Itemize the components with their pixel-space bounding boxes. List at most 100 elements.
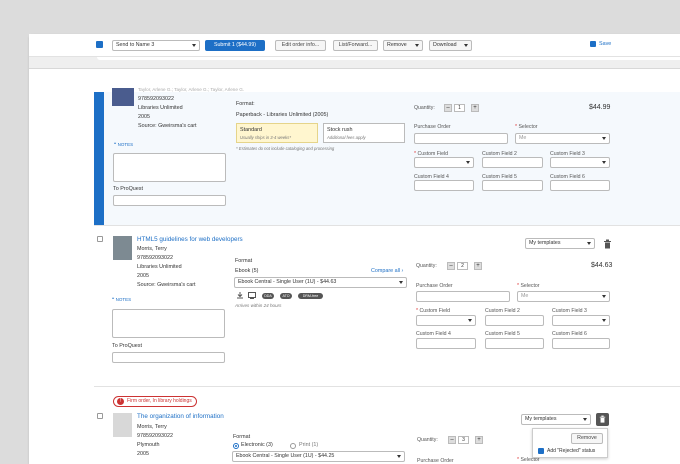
selector-select[interactable]: Me	[517, 291, 610, 302]
popover-remove-button[interactable]: Remove	[571, 433, 603, 444]
option-sub: Additional fees apply	[327, 135, 366, 140]
save-icon[interactable]	[590, 41, 596, 47]
custom-field-6-input[interactable]	[552, 338, 610, 349]
quantity-label: Quantity:	[414, 105, 435, 111]
item-1-source: Source: Gweirsma's cart	[138, 123, 197, 129]
custom-field-select[interactable]	[416, 315, 476, 326]
selector-select[interactable]: Me	[515, 133, 610, 144]
selector-label: * Selector	[517, 283, 540, 289]
format-value: Paperback - Libraries Unlimited (2005)	[236, 112, 329, 118]
item-1-year: 2005	[138, 114, 150, 120]
notes-textarea[interactable]	[112, 309, 225, 338]
edit-order-button[interactable]: Edit order info...	[275, 40, 326, 51]
templates-select[interactable]: My templates	[521, 414, 591, 425]
custom-field-4-input[interactable]	[416, 338, 476, 349]
item-2-source: Source: Gweirsma's cart	[137, 282, 196, 288]
item-3-isbn: 978592093022	[137, 433, 173, 439]
option-title: Stock rush	[327, 127, 353, 133]
chevron-down-icon	[602, 319, 606, 322]
format-type: Ebook (5)	[235, 268, 259, 274]
trash-icon[interactable]	[603, 239, 612, 250]
shipping-option-rush[interactable]: Stock rush Additional fees apply	[323, 123, 405, 143]
purchase-order-input[interactable]	[414, 133, 508, 144]
notes-textarea[interactable]	[113, 153, 226, 182]
custom-field-5-input[interactable]	[482, 180, 543, 191]
radio-print[interactable]	[290, 443, 296, 449]
estimate-note: * Estimates do not include cataloging an…	[236, 146, 335, 151]
custom-field-3-label: Custom Field 3	[552, 308, 587, 314]
chevron-down-icon	[583, 418, 587, 421]
radio-electronic[interactable]	[233, 443, 239, 449]
qty-plus-button[interactable]: +	[474, 262, 482, 270]
chevron-down-icon	[415, 44, 419, 47]
format-label: Format	[235, 258, 253, 264]
custom-field-5-label: Custom Field 5	[485, 331, 520, 337]
firm-order-badge: ! Firm order, In library holdings	[113, 396, 197, 407]
custom-field-label-text: Custom Field	[419, 308, 451, 314]
trash-button[interactable]	[596, 413, 609, 426]
chevron-down-icon	[192, 44, 196, 47]
notes-label: ❞ NOTES	[112, 297, 132, 302]
send-to-select[interactable]: Send to Name 3	[112, 40, 200, 51]
qty-input[interactable]: 2	[457, 262, 468, 270]
format-label: Format:	[236, 101, 255, 107]
compare-all-link[interactable]: Compare all ›	[371, 268, 403, 275]
selector-label: * Selector	[515, 124, 538, 130]
custom-field-6-input[interactable]	[550, 180, 610, 191]
shipping-option-standard[interactable]: Standard Usually ships in 3-4 weeks*	[236, 123, 318, 143]
book-cover-image	[112, 88, 134, 106]
chevron-down-icon	[399, 281, 403, 284]
item-3-checkbox[interactable]	[97, 413, 103, 419]
custom-field-5-input[interactable]	[485, 338, 544, 349]
custom-field-2-input[interactable]	[482, 157, 543, 168]
item-2-year: 2005	[137, 273, 149, 279]
remove-dropdown[interactable]: Remove	[383, 40, 423, 51]
templates-select[interactable]: My templates	[525, 238, 595, 249]
option-sub: Usually ships in 3-4 weeks*	[240, 135, 291, 140]
qty-minus-button[interactable]: –	[444, 104, 452, 112]
download-dropdown[interactable]: Download	[429, 40, 472, 51]
rejected-checkbox[interactable]	[538, 448, 544, 454]
qty-input[interactable]: 1	[454, 104, 465, 112]
item-1-publisher: Libraries Unlimited	[138, 105, 183, 111]
qty-input[interactable]: 3	[458, 436, 469, 444]
book-cover-image	[113, 236, 132, 260]
item-2-checkbox[interactable]	[97, 236, 103, 242]
chevron-down-icon	[468, 319, 472, 322]
custom-field-3-select[interactable]	[552, 315, 610, 326]
format-select[interactable]: Ebook Central - Single User (1U) - $44.6…	[234, 277, 407, 288]
item-3-title-link[interactable]: The organization of information	[137, 413, 224, 420]
templates-value: My templates	[529, 240, 561, 246]
select-all-checkbox-icon[interactable]	[96, 41, 103, 48]
save-link[interactable]: Save	[599, 41, 611, 48]
trash-icon	[599, 415, 606, 423]
item-1-isbn: 978592093022	[138, 96, 174, 102]
option-title: Standard	[240, 127, 262, 133]
row-divider	[94, 386, 680, 387]
qty-minus-button[interactable]: –	[447, 262, 455, 270]
chevron-down-icon	[397, 455, 401, 458]
row-divider	[94, 225, 680, 226]
to-proquest-label: To ProQuest	[113, 186, 143, 192]
quantity-label: Quantity:	[416, 263, 437, 269]
selector-value: Me	[519, 135, 527, 141]
qty-plus-button[interactable]: +	[475, 436, 483, 444]
format-select-value: Ebook Central - Single User (1U) - $44.6…	[238, 279, 337, 285]
purchase-order-input[interactable]	[416, 291, 510, 302]
list-forward-button[interactable]: List/Forward...	[333, 40, 378, 51]
custom-field-3-select[interactable]	[550, 157, 610, 168]
qty-plus-button[interactable]: +	[471, 104, 479, 112]
item-2-title-link[interactable]: HTML5 guidelines for web developers	[137, 236, 243, 243]
item-3-author: Morris, Terry	[137, 424, 167, 430]
download-label: Download	[433, 42, 457, 48]
qty-minus-button[interactable]: –	[448, 436, 456, 444]
custom-field-select[interactable]	[414, 157, 474, 168]
submit-button[interactable]: Submit 1 ($44.99)	[205, 40, 265, 51]
custom-field-label: * Custom Field	[416, 308, 451, 314]
custom-field-4-input[interactable]	[414, 180, 474, 191]
to-proquest-input[interactable]	[112, 352, 225, 363]
radio-print-label: Print (1)	[299, 442, 319, 448]
custom-field-2-input[interactable]	[485, 315, 544, 326]
format-select[interactable]: Ebook Central - Single User (1U) - $44.2…	[232, 451, 405, 462]
to-proquest-input[interactable]	[113, 195, 226, 206]
